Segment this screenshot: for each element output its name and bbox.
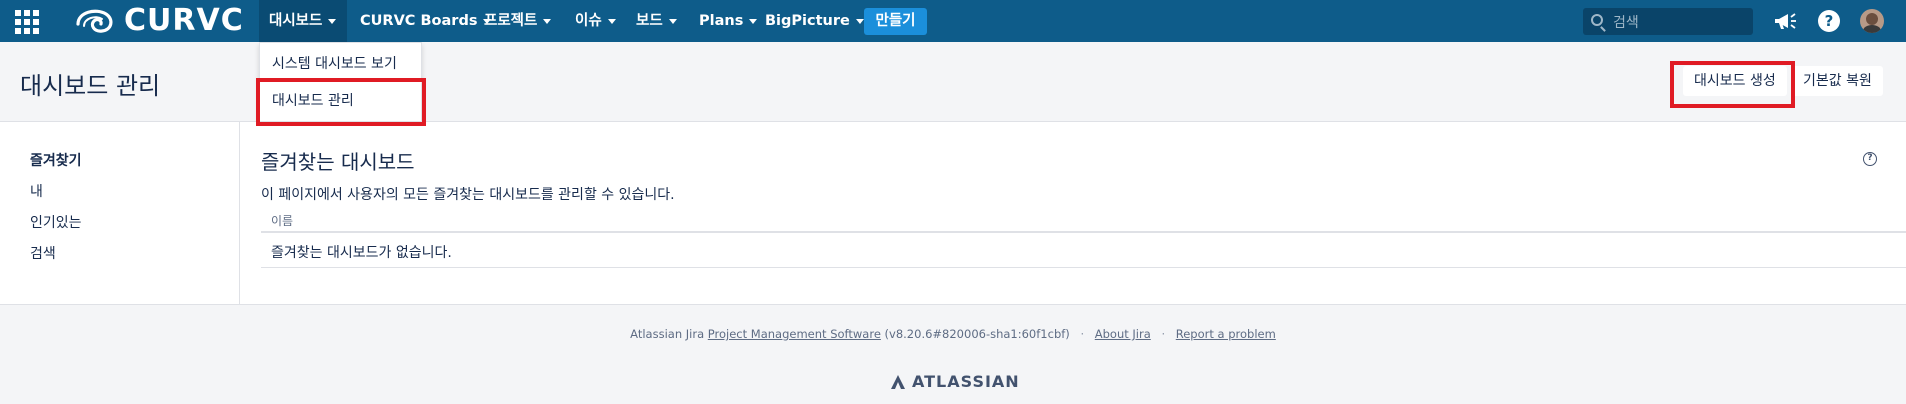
sidebar-item-favorites[interactable]: 즐겨찾기 xyxy=(30,150,82,170)
search-placeholder: 검색 xyxy=(1613,15,1639,31)
table-row: 즐겨찾는 대시보드가 없습니다. xyxy=(261,233,1906,268)
nav-bigpicture-menu[interactable]: BigPicture xyxy=(765,0,864,42)
sidebar-item-mine[interactable]: 내 xyxy=(30,181,43,201)
highlight-manage-dashboards xyxy=(256,78,426,126)
nav-curvc-boards-menu[interactable]: CURVC Boards xyxy=(360,0,492,42)
atlassian-wordmark: ATLASSIAN xyxy=(912,372,1020,391)
footer-links: Atlassian Jira Project Management Softwa… xyxy=(0,327,1906,341)
highlight-create-dashboard xyxy=(1670,61,1795,108)
help-icon[interactable]: ? xyxy=(1818,10,1840,32)
chevron-down-icon xyxy=(543,18,552,24)
chevron-down-icon xyxy=(668,18,677,24)
favorites-panel: 즐겨찾는 대시보드 ? 이 페이지에서 사용자의 모든 즐겨찾는 대시보드를 관… xyxy=(240,122,1906,304)
top-navigation-bar: CURVC 대시보드 CURVC Boards 프로젝트 이슈 보드 Plans… xyxy=(0,0,1906,42)
footer: Atlassian Jira Project Management Softwa… xyxy=(0,305,1906,404)
empty-message: 즐겨찾는 대시보드가 없습니다. xyxy=(271,245,452,261)
nav-projects-menu[interactable]: 프로젝트 xyxy=(484,0,552,42)
curvc-logo[interactable]: CURVC xyxy=(74,6,244,36)
about-jira-link[interactable]: About Jira xyxy=(1095,327,1151,341)
nav-label: BigPicture xyxy=(765,13,850,29)
sidebar: 즐겨찾기 내 인기있는 검색 xyxy=(0,122,240,304)
footer-separator: · xyxy=(1161,327,1166,341)
column-header-name[interactable]: 이름 xyxy=(271,212,293,229)
sidebar-item-popular[interactable]: 인기있는 xyxy=(30,212,82,232)
footer-prefix: Atlassian Jira xyxy=(630,327,705,341)
sidebar-item-search[interactable]: 검색 xyxy=(30,243,56,263)
page-title: 대시보드 관리 xyxy=(20,72,161,100)
search-input[interactable]: 검색 xyxy=(1583,8,1753,35)
atlassian-logo[interactable]: ATLASSIAN xyxy=(890,372,1020,391)
nav-issues-menu[interactable]: 이슈 xyxy=(575,0,616,42)
nav-boards-menu[interactable]: 보드 xyxy=(636,0,677,42)
nav-label: 이슈 xyxy=(575,13,602,29)
footer-version: (v8.20.6#820006-sha1:60f1cbf) xyxy=(884,327,1070,341)
nav-label: 프로젝트 xyxy=(484,13,538,29)
create-button[interactable]: 만들기 xyxy=(864,8,927,35)
section-title: 즐겨찾는 대시보드 xyxy=(261,150,415,174)
chevron-down-icon xyxy=(749,18,758,24)
search-icon xyxy=(1591,14,1603,26)
avatar[interactable] xyxy=(1860,9,1884,33)
app-switcher-icon[interactable] xyxy=(15,10,39,34)
restore-default-button[interactable]: 기본값 복원 xyxy=(1792,66,1883,96)
menu-item-view-system-dashboard[interactable]: 시스템 대시보드 보기 xyxy=(272,53,397,73)
logo-text: CURVC xyxy=(124,3,244,38)
nav-label: Plans xyxy=(699,13,744,29)
nav-label: 보드 xyxy=(636,13,663,29)
nav-dashboards-menu[interactable]: 대시보드 xyxy=(259,0,347,42)
report-problem-link[interactable]: Report a problem xyxy=(1176,327,1276,341)
help-question-icon[interactable]: ? xyxy=(1863,152,1877,166)
nav-plans-menu[interactable]: Plans xyxy=(699,0,758,42)
nav-label: 대시보드 xyxy=(269,13,323,29)
product-link[interactable]: Project Management Software xyxy=(708,327,881,341)
chevron-down-icon xyxy=(855,18,864,24)
nav-label: CURVC Boards xyxy=(360,13,478,29)
section-description: 이 페이지에서 사용자의 모든 즐겨찾는 대시보드를 관리할 수 있습니다. xyxy=(261,187,675,203)
chevron-down-icon xyxy=(607,18,616,24)
megaphone-icon[interactable] xyxy=(1773,10,1797,32)
table-header: 이름 xyxy=(261,209,1906,233)
main-content: 즐겨찾기 내 인기있는 검색 즐겨찾는 대시보드 ? 이 페이지에서 사용자의 … xyxy=(0,122,1906,305)
atlassian-mark-icon xyxy=(891,374,905,389)
footer-separator: · xyxy=(1080,327,1085,341)
chevron-down-icon xyxy=(328,18,337,24)
curvc-swirl-icon xyxy=(76,9,113,33)
